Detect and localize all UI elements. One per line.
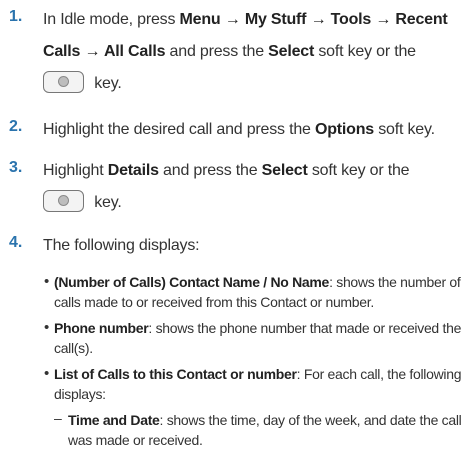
options-label: Options	[314, 121, 375, 138]
step-number: 1.	[9, 8, 23, 25]
step-1-text: In Idle mode, press Menu → My Stuff → To…	[43, 11, 448, 94]
select-key-icon	[43, 71, 84, 94]
step-3: 3. Highlight Details and press the Selec…	[9, 155, 466, 219]
step-3-text: Highlight Details and press the Select s…	[43, 162, 410, 213]
step-number: 4.	[9, 234, 23, 251]
manual-page: 1. In Idle mode, press Menu → My Stuff →…	[0, 0, 474, 448]
tools-label: Tools	[330, 11, 372, 28]
select-label: Select	[261, 162, 308, 179]
my-stuff-label: My Stuff	[244, 11, 307, 28]
all-calls-label: All Calls	[103, 43, 166, 60]
bullet-item: • Phone number: shows the phone number t…	[44, 319, 462, 356]
step-number: 3.	[9, 159, 23, 176]
step-4-text: The following displays:	[43, 237, 200, 254]
details-label: Details	[107, 162, 159, 179]
step-2-text: Highlight the desired call and press the…	[43, 121, 435, 138]
menu-label: Menu	[179, 11, 221, 28]
bullet-item: • (Number of Calls) Contact Name / No Na…	[44, 273, 461, 310]
select-label: Select	[268, 43, 315, 60]
bullet-item: • List of Calls to this Contact or numbe…	[44, 365, 462, 402]
select-key-icon	[43, 190, 84, 213]
step-1: 1. In Idle mode, press Menu → My Stuff →…	[9, 4, 466, 100]
sub-bullet-item: – Time and Date: shows the time, day of …	[54, 410, 462, 448]
step-2: 2. Highlight the desired call and press …	[9, 114, 466, 146]
step-number: 2.	[9, 118, 23, 135]
step-4: 4. The following displays:	[9, 230, 466, 262]
